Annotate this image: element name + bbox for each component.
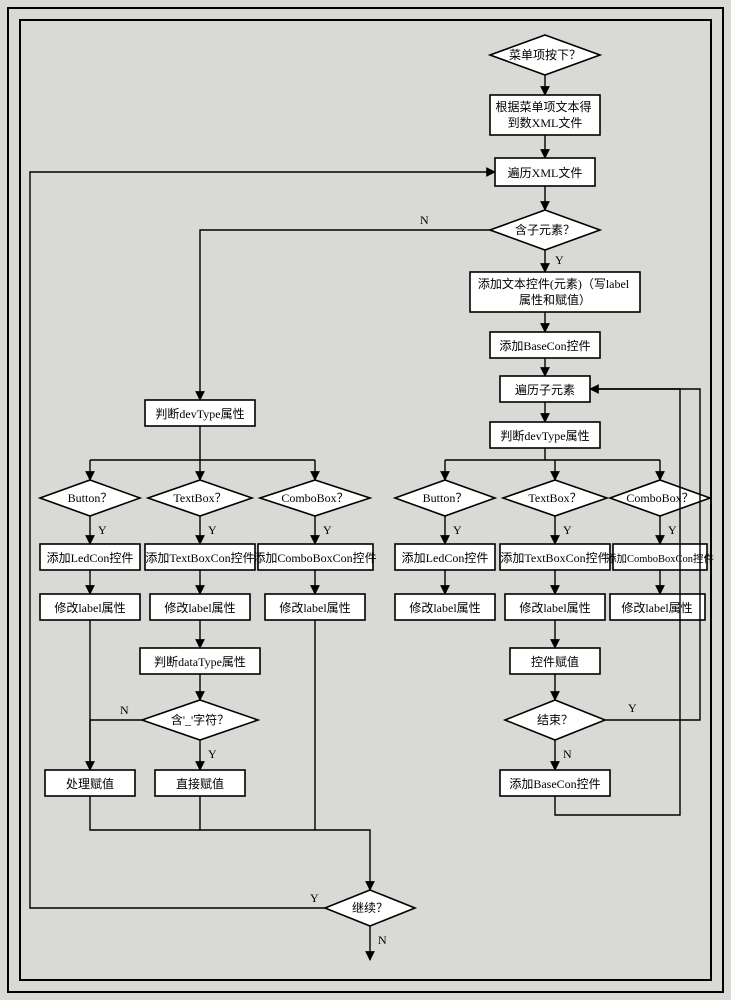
process-control-assign: 控件赋值 bbox=[510, 648, 600, 674]
process-modify-label-r1: 修改label属性 bbox=[395, 594, 495, 620]
decision-continue: 继续？ bbox=[325, 890, 415, 926]
label-y-bl: Y bbox=[98, 523, 107, 537]
label-y-finished: Y bbox=[628, 701, 637, 715]
process-modify-label-l2: 修改label属性 bbox=[150, 594, 250, 620]
decision-menu-pressed: 菜单项按下？ bbox=[490, 35, 600, 75]
decision-finished-text: 结束？ bbox=[537, 713, 573, 727]
process-add-comboboxcon-left: 添加ComboBoxCon控件 bbox=[253, 544, 376, 570]
label-y-cr: Y bbox=[668, 523, 677, 537]
decision-has-child-text: 含子元素？ bbox=[515, 222, 575, 237]
process-add-basecon-2: 添加BaseCon控件 bbox=[500, 770, 610, 796]
process-modify-label-l3-text: 修改label属性 bbox=[279, 600, 350, 615]
process-devtype-left: 判断devType属性 bbox=[145, 400, 255, 426]
process-datatype: 判断dataType属性 bbox=[140, 648, 260, 674]
decision-continue-text: 继续？ bbox=[352, 901, 388, 915]
decision-textbox-left-text: TextBox？ bbox=[173, 491, 226, 505]
label-y-br: Y bbox=[453, 523, 462, 537]
decision-textbox-right-text: TextBox？ bbox=[528, 491, 581, 505]
decision-combobox-left-text: ComboBox？ bbox=[281, 491, 348, 505]
process-control-assign-text: 控件赋值 bbox=[531, 654, 579, 669]
process-modify-label-r3: 修改label属性 bbox=[610, 594, 705, 620]
process-add-comboboxcon-right-text: 添加ComboBoxCon控件 bbox=[606, 552, 714, 565]
process-modify-label-r3-text: 修改label属性 bbox=[621, 600, 692, 615]
decision-button-left-text: Button？ bbox=[68, 491, 113, 505]
label-y-tl: Y bbox=[208, 523, 217, 537]
process-direct-assign-text: 直接赋值 bbox=[176, 776, 224, 791]
process-add-textboxcon-right-text: 添加TextBoxCon控件 bbox=[500, 551, 609, 565]
flowchart-diagram: 菜单项按下？ 根据菜单项文本得 到数XML文件 遍历XML文件 含子元素？ Y … bbox=[0, 0, 731, 1000]
process-modify-label-l3: 修改label属性 bbox=[265, 594, 365, 620]
label-y-tr: Y bbox=[563, 523, 572, 537]
label-n-continue: N bbox=[378, 933, 387, 947]
decision-has-child: 含子元素？ bbox=[490, 210, 600, 250]
decision-finished: 结束？ bbox=[505, 700, 605, 740]
process-process-assign: 处理赋值 bbox=[45, 770, 135, 796]
label-y-haschild: Y bbox=[555, 253, 564, 267]
process-modify-label-r1-text: 修改label属性 bbox=[409, 600, 480, 615]
process-modify-label-l1: 修改label属性 bbox=[40, 594, 140, 620]
decision-textbox-left: TextBox？ bbox=[148, 480, 252, 516]
process-modify-label-l2-text: 修改label属性 bbox=[164, 600, 235, 615]
decision-button-right-text: Button？ bbox=[423, 491, 468, 505]
process-modify-label-r2-text: 修改label属性 bbox=[519, 600, 590, 615]
process-traverse-children: 遍历子元素 bbox=[500, 376, 590, 402]
process-add-ledcon-right-text: 添加LedCon控件 bbox=[402, 551, 489, 565]
process-add-basecon: 添加BaseCon控件 bbox=[490, 332, 600, 358]
process-add-comboboxcon-right: 添加ComboBoxCon控件 bbox=[606, 544, 714, 570]
process-devtype-right: 判断devType属性 bbox=[490, 422, 600, 448]
process-add-text-control: 添加文本控件(元素)（写label 属性和赋值） bbox=[470, 272, 640, 312]
process-process-assign-text: 处理赋值 bbox=[66, 776, 114, 791]
process-traverse-xml-text: 遍历XML文件 bbox=[508, 165, 583, 180]
decision-textbox-right: TextBox？ bbox=[503, 480, 607, 516]
label-y-continue: Y bbox=[310, 891, 319, 905]
process-add-ledcon-right: 添加LedCon控件 bbox=[395, 544, 495, 570]
process-add-textboxcon-left-text: 添加TextBoxCon控件 bbox=[145, 551, 254, 565]
decision-combobox-right: ComboBox？ bbox=[610, 480, 710, 516]
process-modify-label-l1-text: 修改label属性 bbox=[54, 600, 125, 615]
label-n-finished: N bbox=[563, 747, 572, 761]
decision-combobox-right-text: ComboBox？ bbox=[626, 491, 693, 505]
label-n-underscore: N bbox=[120, 703, 129, 717]
process-traverse-children-text: 遍历子元素 bbox=[515, 383, 575, 397]
process-add-textboxcon-left: 添加TextBoxCon控件 bbox=[145, 544, 255, 570]
decision-button-left: Button？ bbox=[40, 480, 140, 516]
process-add-ledcon-left: 添加LedCon控件 bbox=[40, 544, 140, 570]
decision-underscore: 含'_'字符？ bbox=[142, 700, 258, 740]
process-devtype-left-text: 判断devType属性 bbox=[155, 406, 244, 421]
process-add-ledcon-left-text: 添加LedCon控件 bbox=[47, 551, 134, 565]
process-get-xml: 根据菜单项文本得 到数XML文件 bbox=[490, 95, 600, 135]
decision-menu-pressed-text: 菜单项按下？ bbox=[509, 48, 581, 62]
process-traverse-xml: 遍历XML文件 bbox=[495, 158, 595, 186]
process-add-comboboxcon-left-text: 添加ComboBoxCon控件 bbox=[253, 551, 376, 565]
label-n-haschild: N bbox=[420, 213, 429, 227]
decision-underscore-text: 含'_'字符？ bbox=[171, 712, 229, 727]
process-add-basecon-text: 添加BaseCon控件 bbox=[499, 339, 590, 353]
process-datatype-text: 判断dataType属性 bbox=[154, 654, 246, 669]
label-y-underscore: Y bbox=[208, 747, 217, 761]
label-y-cl: Y bbox=[323, 523, 332, 537]
process-direct-assign: 直接赋值 bbox=[155, 770, 245, 796]
process-add-textboxcon-right: 添加TextBoxCon控件 bbox=[500, 544, 610, 570]
process-modify-label-r2: 修改label属性 bbox=[505, 594, 605, 620]
process-devtype-right-text: 判断devType属性 bbox=[500, 428, 589, 443]
decision-button-right: Button？ bbox=[395, 480, 495, 516]
decision-combobox-left: ComboBox？ bbox=[260, 480, 370, 516]
process-add-basecon-2-text: 添加BaseCon控件 bbox=[509, 777, 600, 791]
